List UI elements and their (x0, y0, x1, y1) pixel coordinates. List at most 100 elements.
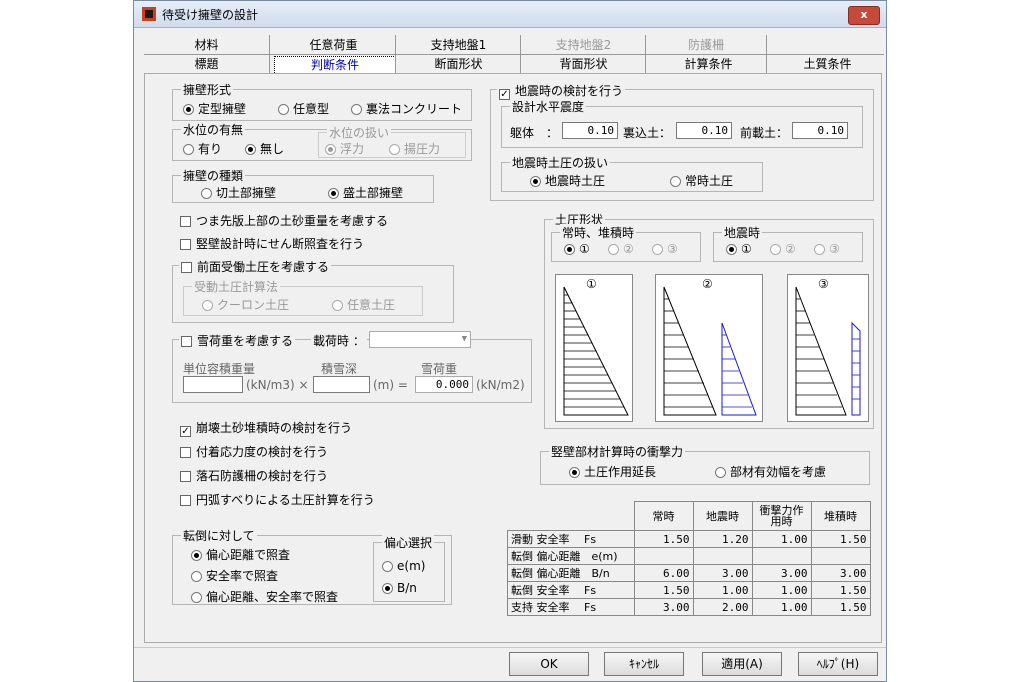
checkbox-circular-slip[interactable]: 円弧すべりによる土圧計算を行う (180, 491, 375, 508)
loading-time-select[interactable]: ▼ (369, 331, 471, 348)
tab-soil-conditions[interactable]: 土質条件 (771, 56, 884, 73)
table-cell[interactable]: 1.00 (751, 530, 812, 548)
seismic-pressure-seismic[interactable]: 地震時土圧 (530, 172, 605, 189)
passive-option-arbitrary[interactable]: 任意土圧 (332, 296, 395, 313)
normal-option-3[interactable]: ③ (652, 242, 678, 256)
wall-type-option-standard[interactable]: 定型擁壁 (183, 100, 246, 117)
radio-icon[interactable] (608, 244, 619, 255)
overturn-option-safety[interactable]: 安全率で照査 (191, 567, 278, 584)
snow-depth-input[interactable] (313, 376, 370, 393)
table-cell[interactable]: 3.00 (692, 564, 753, 582)
radio-icon[interactable] (202, 300, 213, 311)
radio-icon[interactable] (328, 188, 339, 199)
wall-type-option-back-concrete[interactable]: 裏法コンクリート (351, 100, 462, 117)
water-option-no[interactable]: 無し (245, 140, 284, 157)
table-cell[interactable]: 1.00 (751, 598, 812, 616)
radio-icon[interactable] (191, 592, 202, 603)
checkbox-icon[interactable] (180, 447, 191, 458)
table-cell[interactable]: 3.00 (633, 598, 694, 616)
radio-icon[interactable] (183, 144, 194, 155)
wall-kind-fill[interactable]: 盛土部擁壁 (328, 184, 403, 201)
table-cell[interactable] (751, 547, 812, 565)
impact-option-extension[interactable]: 土圧作用延長 (569, 463, 656, 480)
radio-icon[interactable] (183, 104, 194, 115)
radio-icon[interactable] (245, 144, 256, 155)
checkbox-icon[interactable] (180, 471, 191, 482)
seismic-option-3[interactable]: ③ (814, 242, 840, 256)
checkbox-icon[interactable] (181, 336, 192, 347)
radio-icon[interactable] (564, 244, 575, 255)
tab-back-shape[interactable]: 背面形状 (521, 56, 646, 73)
radio-icon[interactable] (325, 144, 336, 155)
table-cell[interactable]: 1.50 (633, 581, 694, 599)
tab-material[interactable]: 材料 (144, 37, 269, 54)
checkbox-debris-deposition[interactable]: ✓ 崩壊土砂堆積時の検討を行う (180, 419, 352, 437)
tab-fence[interactable]: 防護柵 (646, 37, 766, 54)
apply-button[interactable]: 適用(A) (702, 652, 782, 676)
water-option-yes[interactable]: 有り (183, 140, 222, 157)
tab-support-ground-2[interactable]: 支持地盤2 (521, 37, 646, 54)
radio-icon[interactable] (191, 550, 202, 561)
tab-arbitrary-load[interactable]: 任意荷重 (271, 37, 396, 54)
radio-icon[interactable] (715, 467, 726, 478)
table-cell[interactable]: 6.00 (633, 564, 694, 582)
ecc-option-bn[interactable]: B/n (382, 581, 417, 595)
radio-icon[interactable] (389, 144, 400, 155)
checkbox-bond-stress[interactable]: 付着応力度の検討を行う (180, 443, 328, 460)
water-handling-buoyancy[interactable]: 浮力 (325, 140, 364, 157)
tab-calc-conditions[interactable]: 計算条件 (646, 56, 771, 73)
checkbox-toe-soil-weight[interactable]: つま先版上部の土砂重量を考慮する (180, 212, 388, 229)
unit-weight-input[interactable] (183, 376, 243, 393)
radio-icon[interactable] (530, 176, 541, 187)
checkbox-icon[interactable]: ✓ (180, 426, 191, 437)
checkbox-passive-pressure[interactable]: 前面受働土圧を考慮する (179, 258, 332, 275)
table-cell[interactable]: 1.50 (810, 598, 871, 616)
table-cell[interactable]: 1.20 (692, 530, 753, 548)
radio-icon[interactable] (670, 176, 681, 187)
overturn-option-both[interactable]: 偏心距離、安全率で照査 (191, 588, 338, 605)
water-handling-uplift[interactable]: 揚圧力 (389, 140, 440, 157)
radio-icon[interactable] (191, 571, 202, 582)
checkbox-icon[interactable] (181, 262, 192, 273)
checkbox-icon[interactable] (180, 216, 191, 227)
overturn-option-eccentric[interactable]: 偏心距離で照査 (191, 546, 290, 563)
table-cell[interactable]: 3.00 (751, 564, 812, 582)
table-cell[interactable] (810, 547, 871, 565)
radio-icon[interactable] (351, 104, 362, 115)
seismic-pressure-normal[interactable]: 常時土圧 (670, 172, 733, 189)
normal-option-1[interactable]: ① (564, 242, 590, 256)
radio-icon[interactable] (201, 188, 212, 199)
radio-icon[interactable] (382, 561, 393, 572)
tab-heading[interactable]: 標題 (144, 56, 269, 73)
radio-icon[interactable] (569, 467, 580, 478)
checkbox-snow-load[interactable]: 雪荷重を考慮する (179, 332, 296, 349)
table-cell[interactable]: 3.00 (810, 564, 871, 582)
close-button[interactable]: x (848, 6, 880, 25)
radio-icon[interactable] (332, 300, 343, 311)
seismic-option-2[interactable]: ② (770, 242, 796, 256)
ok-button[interactable]: OK (509, 652, 589, 676)
table-cell[interactable] (692, 547, 753, 565)
impact-option-effective-width[interactable]: 部材有効幅を考慮 (715, 463, 826, 480)
seismic-option-1[interactable]: ① (726, 242, 752, 256)
body-coefficient-input[interactable]: 0.10 (562, 122, 618, 139)
ecc-option-em[interactable]: e(m) (382, 559, 425, 573)
table-cell[interactable]: 1.50 (810, 530, 871, 548)
tab-cross-section[interactable]: 断面形状 (396, 56, 521, 73)
radio-icon[interactable] (814, 244, 825, 255)
normal-option-2[interactable]: ② (608, 242, 634, 256)
passive-option-coulomb[interactable]: クーロン土圧 (202, 296, 289, 313)
radio-icon[interactable] (382, 583, 393, 594)
radio-icon[interactable] (770, 244, 781, 255)
radio-icon[interactable] (652, 244, 663, 255)
radio-icon[interactable] (278, 104, 289, 115)
checkbox-icon[interactable] (180, 495, 191, 506)
checkbox-icon[interactable]: ✓ (499, 89, 510, 100)
backfill-coefficient-input[interactable]: 0.10 (676, 122, 732, 139)
checkbox-rockfall-fence[interactable]: 落石防護柵の検討を行う (180, 467, 328, 484)
checkbox-icon[interactable] (180, 239, 191, 250)
table-cell[interactable]: 2.00 (692, 598, 753, 616)
wall-type-option-arbitrary[interactable]: 任意型 (278, 100, 329, 117)
radio-icon[interactable] (726, 244, 737, 255)
table-cell[interactable] (633, 547, 694, 565)
